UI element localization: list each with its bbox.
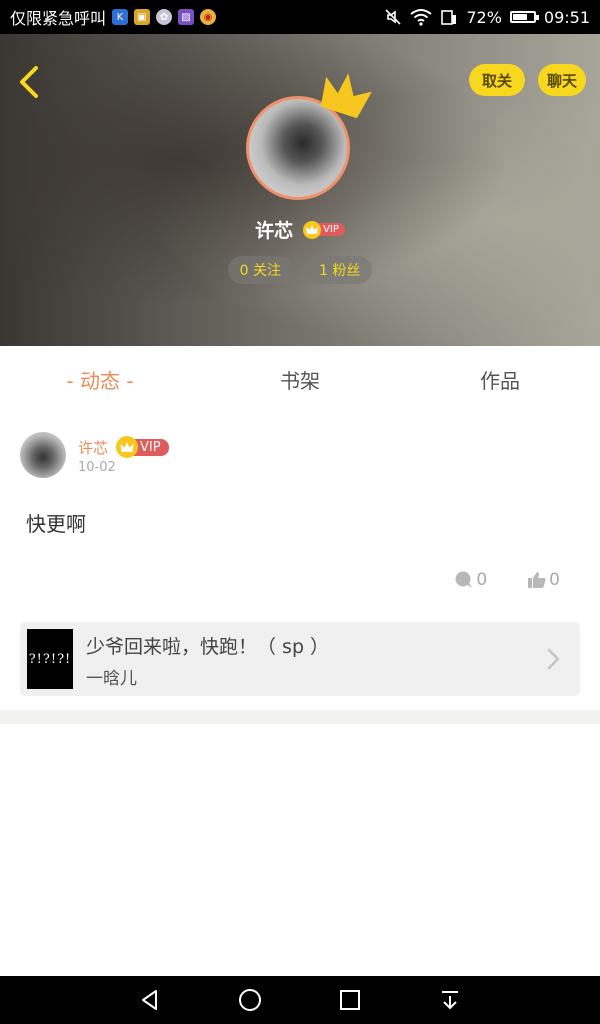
book-title: 少爷回来啦，快跑！（ sp ）	[86, 636, 330, 658]
vip-badge: VIP	[303, 220, 345, 239]
mute-icon	[385, 9, 401, 25]
thumbs-up-icon	[528, 572, 546, 588]
status-bar: 仅限紧急呼叫 K ▣ ✿ ▨ ◉ 72% 09:51	[0, 0, 600, 34]
book-cover: ?!?!?!	[27, 629, 73, 689]
profile-stats: 0 关注 1 粉丝	[0, 256, 600, 284]
battery-percent: 72%	[466, 7, 502, 27]
profile-name-row: 许芯 VIP	[0, 216, 600, 243]
nav-notification-button[interactable]	[435, 985, 465, 1015]
circle-home-icon	[239, 989, 261, 1011]
comment-button[interactable]: 0	[454, 570, 487, 590]
comment-icon	[455, 571, 473, 588]
chevron-left-icon	[20, 66, 38, 98]
section-divider	[0, 710, 600, 724]
vip-crown-icon	[303, 220, 322, 239]
status-right: 72% 09:51	[384, 8, 590, 27]
square-recents-icon	[340, 990, 360, 1010]
linked-book-card[interactable]: ?!?!?! 少爷回来啦，快跑！（ sp ） 一晗儿	[20, 622, 580, 696]
sim-icon	[441, 10, 457, 25]
feed-post: 许芯 VIP 10-02 快更啊 0 0 ?!?!?! 少爷回来啦，快跑！（ s…	[0, 412, 600, 710]
weibo-app-icon: ◉	[200, 9, 217, 25]
vip-crown-icon	[116, 436, 139, 458]
following-count[interactable]: 0 关注	[227, 256, 293, 284]
k-app-icon: K	[112, 9, 129, 25]
triangle-back-icon	[142, 990, 157, 1010]
tab-works[interactable]: 作品	[400, 346, 600, 412]
profile-username: 许芯	[255, 220, 294, 242]
tab-bookshelf[interactable]: 书架	[200, 346, 400, 412]
nav-back-button[interactable]	[135, 985, 165, 1015]
post-author-name[interactable]: 许芯	[78, 437, 108, 458]
like-button[interactable]: 0	[527, 570, 560, 590]
unfollow-button[interactable]: 取关	[469, 64, 525, 96]
nav-recents-button[interactable]	[335, 985, 365, 1015]
back-button[interactable]	[14, 64, 44, 100]
like-count: 0	[549, 570, 560, 590]
crown-icon	[320, 73, 372, 119]
tab-feed[interactable]: - 动态 -	[0, 346, 200, 412]
book-author: 一晗儿	[86, 669, 137, 689]
status-left: 仅限紧急呼叫 K ▣ ✿ ▨ ◉	[10, 5, 217, 29]
comment-count: 0	[476, 570, 488, 590]
post-author-row: 许芯 VIP	[78, 436, 169, 458]
post-avatar[interactable]	[20, 432, 66, 478]
nav-home-button[interactable]	[235, 985, 265, 1015]
pull-down-icon	[442, 991, 458, 1010]
post-content: 快更啊	[26, 512, 86, 536]
emergency-call-text: 仅限紧急呼叫	[10, 9, 107, 28]
profile-avatar-wrap	[246, 73, 372, 204]
chevron-right-icon	[547, 648, 560, 670]
post-actions: 0 0	[454, 570, 560, 590]
fans-count[interactable]: 1 粉丝	[307, 256, 373, 284]
profile-tabs: - 动态 - 书架 作品	[0, 346, 600, 413]
photo-app-icon: ▨	[178, 9, 195, 25]
gallery-app-icon: ✿	[156, 9, 173, 25]
system-nav-bar	[0, 976, 600, 1024]
battery-icon	[509, 11, 539, 23]
post-date: 10-02	[78, 460, 116, 475]
profile-header: 取关 聊天 许芯 VIP 0 关注 1 粉丝	[0, 34, 600, 346]
chat-button[interactable]: 聊天	[538, 64, 586, 96]
lock-app-icon: ▣	[134, 9, 151, 25]
wifi-icon	[410, 9, 432, 26]
post-vip-badge: VIP	[116, 436, 169, 458]
clock: 09:51	[543, 7, 590, 27]
